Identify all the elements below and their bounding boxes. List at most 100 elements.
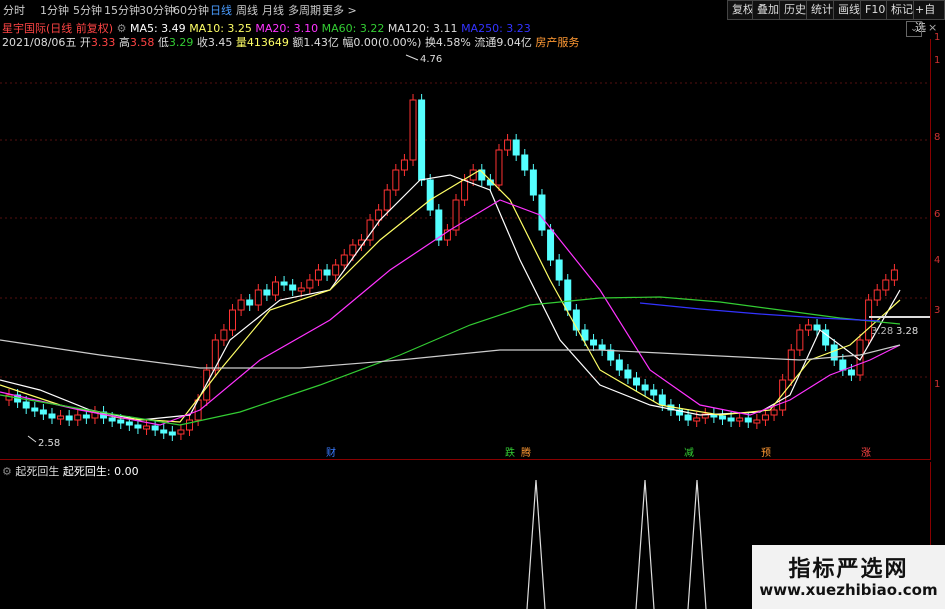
candle [349, 244, 357, 256]
high-pointer [405, 54, 419, 61]
y-tick: 1 [934, 55, 940, 66]
y-tick: 6 [934, 209, 940, 220]
candle [160, 429, 168, 434]
candle [744, 417, 752, 423]
candle [426, 179, 434, 211]
candle [306, 279, 314, 289]
indicator-header: ⚙ 起死回生 起死回生: 0.00 [2, 463, 139, 479]
candle [504, 139, 512, 151]
high-price-label: 4.76 [420, 54, 442, 65]
candle [280, 281, 288, 286]
candle [813, 324, 821, 331]
candle [418, 99, 426, 181]
candle [323, 269, 331, 276]
candle [332, 264, 340, 276]
candle [624, 369, 632, 379]
candle [263, 289, 271, 296]
candle [314, 269, 322, 281]
kline-chart[interactable]: 4.76 2.58 3.28 3.28 1 3 4 6 8 1 1 财 跌 腾 … [0, 0, 945, 609]
candle [512, 139, 520, 156]
candle [383, 189, 391, 211]
candle [590, 339, 598, 346]
candle [39, 409, 47, 415]
candle [598, 344, 606, 351]
candle [65, 415, 73, 421]
candle [125, 421, 133, 426]
candle [340, 254, 348, 266]
candle [22, 401, 30, 409]
candle [727, 417, 735, 422]
candle [650, 389, 658, 396]
candle [237, 299, 245, 311]
candle [48, 413, 56, 419]
signal-teng: 腾 [521, 446, 531, 459]
candle [495, 149, 503, 186]
candle [177, 429, 185, 435]
candle [804, 324, 812, 331]
low-price-label: 2.58 [38, 438, 60, 449]
candle [564, 279, 572, 311]
indicator-spike [526, 479, 546, 609]
candle [31, 407, 39, 412]
candle [847, 369, 855, 376]
candle [658, 394, 666, 406]
indicator-spike [635, 479, 655, 609]
y-tick: 1 [934, 32, 940, 43]
signal-cai: 财 [326, 446, 336, 459]
candle [873, 289, 881, 301]
candle [211, 339, 219, 371]
y-tick: 8 [934, 132, 940, 143]
candle [761, 414, 769, 421]
candle [693, 417, 701, 422]
candle [753, 419, 761, 424]
candle [521, 154, 529, 171]
candle [547, 229, 555, 261]
candle [787, 349, 795, 381]
watermark: 指标严选网 www.xuezhibiao.com [752, 545, 945, 609]
candle [271, 281, 279, 296]
candle [615, 359, 623, 371]
candle [220, 329, 228, 341]
candle [117, 419, 125, 424]
y-tick: 3 [934, 305, 940, 316]
y-tick: 4 [934, 255, 940, 266]
candle [538, 194, 546, 231]
candle [839, 359, 847, 371]
candle [529, 169, 537, 196]
candle [770, 409, 778, 416]
watermark-url: www.xuezhibiao.com [759, 581, 938, 599]
candle [882, 279, 890, 291]
candle [409, 99, 417, 161]
current-price-label: 3.28 [896, 326, 918, 337]
candle [134, 424, 142, 429]
candle [254, 289, 262, 306]
candle [736, 417, 744, 422]
candle [168, 431, 176, 436]
candle [633, 377, 641, 386]
candle [289, 284, 297, 291]
candle [297, 287, 305, 292]
indicator-gear-icon[interactable]: ⚙ [2, 465, 12, 478]
indicator-name[interactable]: 起死回生 [15, 465, 59, 478]
candle [890, 269, 898, 281]
candle [392, 169, 400, 191]
candle [143, 425, 151, 430]
ma120-line [0, 339, 901, 369]
candle [108, 417, 116, 422]
ma60-line [0, 296, 901, 426]
candle [796, 329, 804, 351]
low-pointer [27, 435, 37, 443]
signal-yu: 预 [761, 447, 771, 459]
signal-zhang: 涨 [861, 447, 871, 459]
indicator-value: 起死回生: 0.00 [62, 465, 139, 478]
candle [718, 415, 726, 420]
indicator-spike [687, 479, 707, 609]
candle [400, 159, 408, 171]
candle [82, 414, 90, 419]
signal-die: 跌 [505, 446, 515, 459]
candle [151, 425, 159, 431]
candle [229, 309, 236, 331]
candle [57, 415, 65, 420]
candle [684, 414, 692, 421]
price-left-label: 3.28 [871, 326, 893, 337]
